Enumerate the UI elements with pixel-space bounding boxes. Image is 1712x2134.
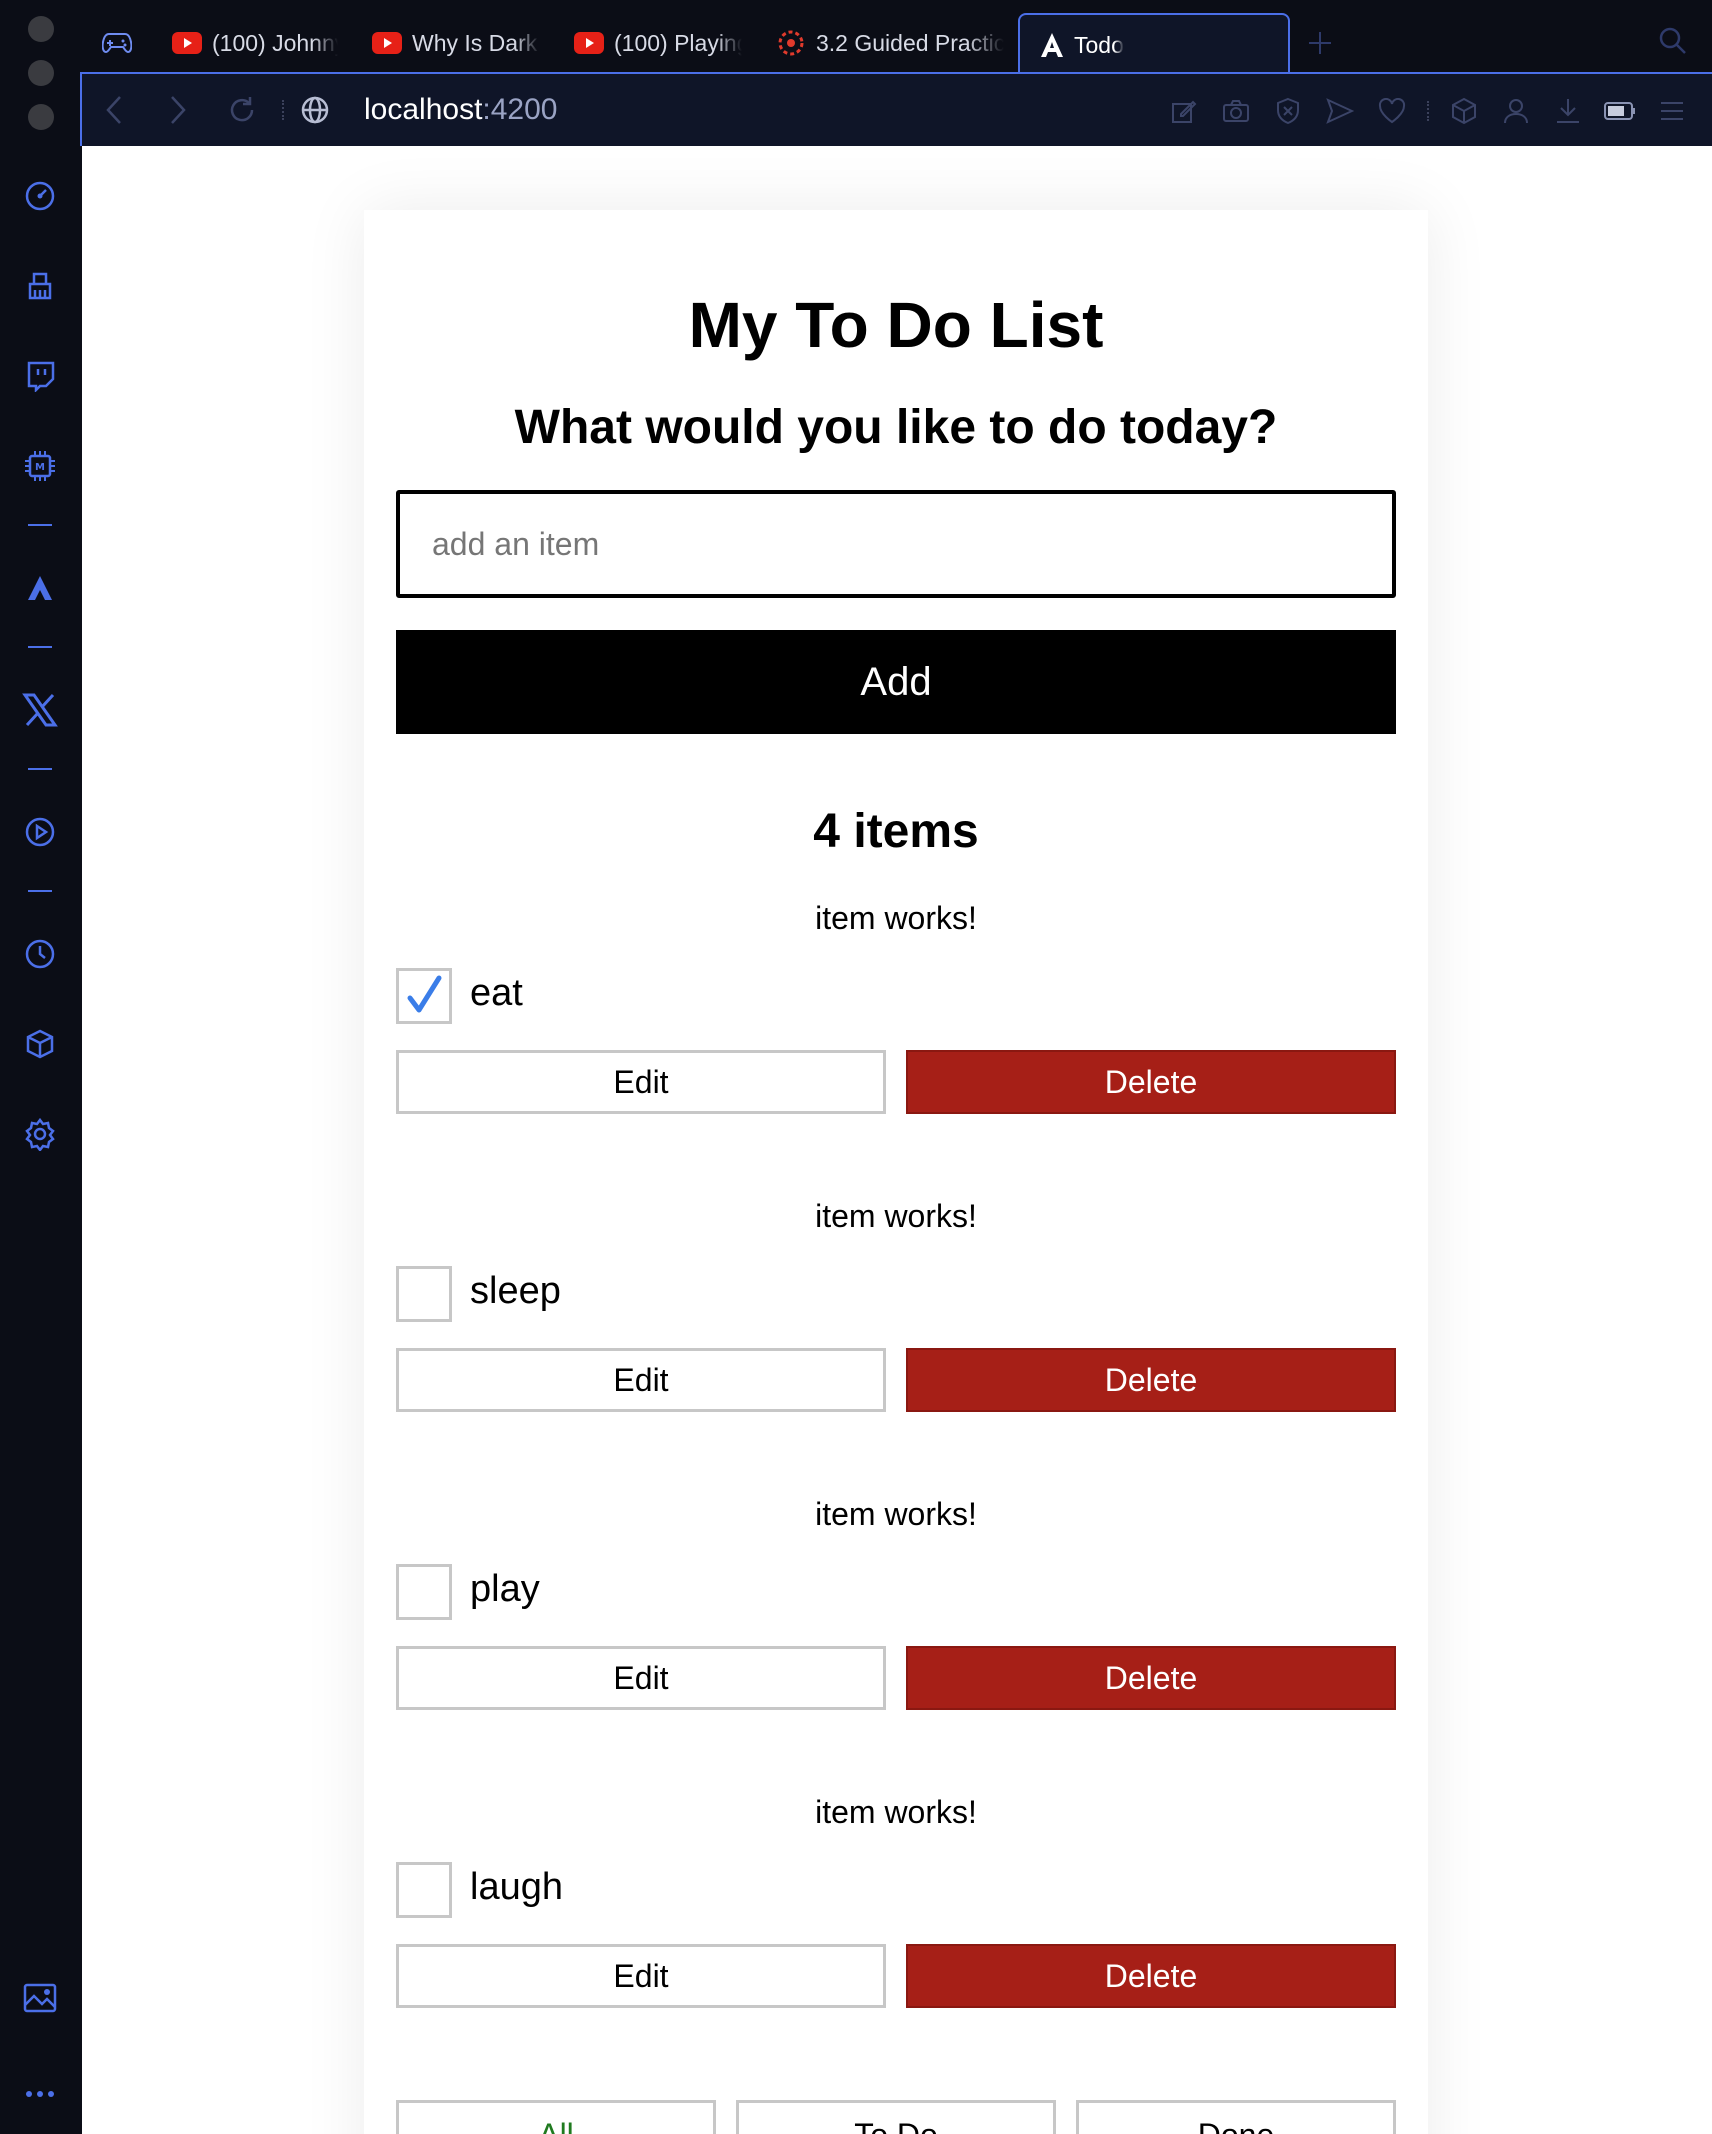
shield-icon[interactable] [1262,74,1314,148]
edit-button[interactable]: Edit [396,1646,886,1710]
svg-text:M: M [35,462,45,473]
edit-button[interactable]: Edit [396,1944,886,2008]
divider [28,524,52,526]
twitch-icon[interactable] [20,356,60,396]
divider [1418,74,1438,148]
sidebar: M [0,150,80,2134]
angular-icon [1040,32,1064,58]
todo-item: item works! play Edit Delete [396,1496,1396,1710]
add-button[interactable]: Add [396,630,1396,734]
url-field[interactable]: localhost:4200 [300,93,557,127]
delete-button[interactable]: Delete [906,1646,1396,1710]
edit-button[interactable]: Edit [396,1050,886,1114]
tab-label: (100) Playing Dark S [614,29,742,56]
youtube-icon [372,32,402,54]
divider [28,646,52,648]
delete-button[interactable]: Delete [906,1348,1396,1412]
tab-guided-practice[interactable]: 3.2 Guided Practice [756,13,1018,73]
search-tabs-icon[interactable] [1658,26,1688,61]
new-item-input[interactable] [396,490,1396,598]
canvas-icon [776,28,806,58]
filter-all-button[interactable]: All [396,2100,716,2134]
battery-icon[interactable] [1594,74,1646,148]
forward-button[interactable] [146,73,210,147]
filter-done-button[interactable]: Done [1076,2100,1396,2134]
send-icon[interactable] [1314,74,1366,148]
download-icon[interactable] [1542,74,1594,148]
gamepad-icon[interactable] [82,12,152,74]
address-tools [1158,74,1698,148]
tab-bar: (100) Johnny vs. A I Why Is Dark Souls 1… [82,12,1712,75]
page-subtitle: What would you like to do today? [514,401,1278,454]
filter-todo-button[interactable]: To Do [736,2100,1056,2134]
address-bar: localhost:4200 [80,72,1712,146]
item-caption: item works! [815,1198,977,1234]
extensions-cube-icon[interactable] [20,1024,60,1064]
delete-button[interactable]: Delete [906,1944,1396,2008]
url-host: localhost [364,93,483,126]
globe-icon [300,95,330,125]
item-checkbox[interactable] [396,1564,452,1620]
tab-label: 3.2 Guided Practice [816,29,1004,56]
todo-item: item works! eat Edit Delete [396,900,1396,1114]
tab-youtube-dark-souls[interactable]: Why Is Dark Souls 1 [352,13,554,73]
item-caption: item works! [815,900,977,936]
page-title: My To Do List [688,289,1104,361]
new-tab-button[interactable] [1290,30,1350,56]
cube-icon[interactable] [1438,74,1490,148]
item-count: 4 items [813,805,979,858]
youtube-icon [574,32,604,54]
tab-label: Todo [1074,31,1124,58]
item-checkbox[interactable] [396,1266,452,1322]
item-caption: item works! [815,1794,977,1830]
item-name: sleep [470,1270,561,1312]
minimize-window-button[interactable] [28,60,54,86]
aria-icon[interactable] [20,568,60,608]
reload-button[interactable] [210,73,274,147]
todo-card: My To Do List What would you like to do … [364,210,1428,2134]
tab-label: (100) Johnny vs. A I [212,29,338,56]
tab-todo[interactable]: Todo [1018,13,1290,75]
window-controls [28,16,54,148]
more-icon[interactable] [20,2074,60,2114]
tab-label: Why Is Dark Souls 1 [412,29,540,56]
cleaner-icon[interactable] [20,266,60,306]
item-checkbox[interactable] [396,968,452,1024]
checkmark-icon [407,975,442,1013]
item-name: laugh [470,1866,563,1908]
chip-icon[interactable]: M [20,446,60,486]
profile-icon[interactable] [1490,74,1542,148]
edit-page-icon[interactable] [1158,74,1210,148]
page-viewport: My To Do List What would you like to do … [82,146,1712,2134]
item-name: play [470,1568,540,1610]
url-port: :4200 [482,93,558,126]
settings-gear-icon[interactable] [20,1114,60,1154]
item-caption: item works! [815,1496,977,1532]
close-window-button[interactable] [28,16,54,42]
x-twitter-icon[interactable] [20,690,60,730]
speed-dial-icon[interactable] [20,176,60,216]
divider [28,890,52,892]
delete-button[interactable]: Delete [906,1050,1396,1114]
wallpaper-icon[interactable] [20,1978,60,2018]
todo-item: item works! sleep Edit Delete [396,1198,1396,1412]
camera-icon[interactable] [1210,74,1262,148]
tab-youtube-johnny[interactable]: (100) Johnny vs. A I [152,13,352,73]
browser-window: (100) Johnny vs. A I Why Is Dark Souls 1… [0,0,1712,2134]
item-checkbox[interactable] [396,1862,452,1918]
filter-bar: All To Do Done [396,2100,1396,2134]
todo-item: item works! laugh Edit Delete [396,1794,1396,2008]
history-icon[interactable] [20,934,60,974]
edit-button[interactable]: Edit [396,1348,886,1412]
player-icon[interactable] [20,812,60,852]
divider [282,100,284,120]
zoom-window-button[interactable] [28,104,54,130]
item-name: eat [470,972,523,1014]
youtube-icon [172,32,202,54]
menu-icon[interactable] [1646,74,1698,148]
divider [28,768,52,770]
tab-youtube-playing[interactable]: (100) Playing Dark S [554,13,756,73]
back-button[interactable] [82,73,146,147]
heart-icon[interactable] [1366,74,1418,148]
